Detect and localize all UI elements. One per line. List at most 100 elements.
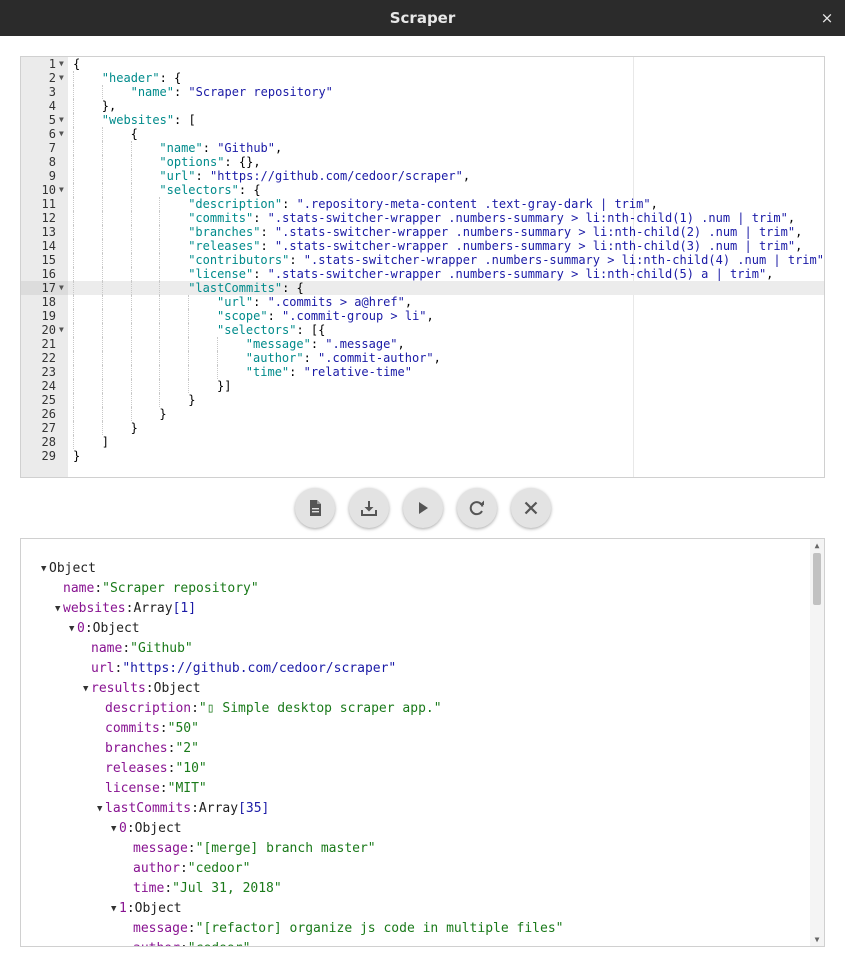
results-scrollbar[interactable]: ▲ ▼ <box>810 539 824 946</box>
code-line[interactable]: 4}, <box>21 99 824 113</box>
code-line[interactable]: 17 ▼ "lastCommits": { <box>21 281 824 295</box>
json-punct: : <box>303 351 319 365</box>
tree-colon: : <box>179 861 188 876</box>
expand-toggle-icon[interactable]: ▼ <box>41 559 49 579</box>
json-string: "https://github.com/cedoor/scraper" <box>209 169 463 183</box>
new-file-button[interactable] <box>295 488 335 528</box>
indent-guide <box>159 225 161 239</box>
code-line[interactable]: 29} <box>21 449 824 463</box>
tree-row[interactable]: ▼ websites:Array[1] <box>21 599 808 619</box>
tree-row: releases:"10" <box>21 759 808 779</box>
indent-guide <box>188 337 190 351</box>
code-line[interactable]: 25} <box>21 393 824 407</box>
code-line[interactable]: 27} <box>21 421 824 435</box>
tree-row: name:"Github" <box>21 639 808 659</box>
code-line[interactable]: 28] <box>21 435 824 449</box>
scroll-thumb[interactable] <box>813 553 821 605</box>
indent-guide <box>130 183 132 197</box>
code-line[interactable]: 24}] <box>21 379 824 393</box>
code-line[interactable]: 12 "commits": ".stats-switcher-wrapper .n… <box>21 211 824 225</box>
expand-toggle-icon[interactable]: ▼ <box>83 679 91 699</box>
code-line[interactable]: 26} <box>21 407 824 421</box>
tree-row[interactable]: ▼ lastCommits:Array[35] <box>21 799 808 819</box>
json-string: ".stats-switcher-wrapper .numbers-summar… <box>274 225 796 239</box>
download-button[interactable] <box>349 488 389 528</box>
fold-arrow-icon[interactable]: ▼ <box>59 323 64 337</box>
fold-arrow-icon[interactable]: ▼ <box>59 281 64 295</box>
scroll-down-arrow[interactable]: ▼ <box>810 935 824 944</box>
run-button[interactable] <box>403 488 443 528</box>
code-line[interactable]: 18 "url": ".commits > a@href", <box>21 295 824 309</box>
fold-arrow-icon[interactable]: ▼ <box>59 113 64 127</box>
code-line[interactable]: 14 "releases": ".stats-switcher-wrapper .… <box>21 239 824 253</box>
line-number-text: 4 <box>48 99 56 113</box>
tree-colon: : <box>145 681 154 696</box>
code-line[interactable]: 8 "options": {}, <box>21 155 824 169</box>
window-close-button[interactable]: × <box>817 0 837 36</box>
fold-arrow-icon[interactable]: ▼ <box>59 127 64 141</box>
code-line[interactable]: 15 "contributors": ".stats-switcher-wrapp… <box>21 253 824 267</box>
code-line[interactable]: 23 "time": "relative-time" <box>21 365 824 379</box>
expand-toggle-icon[interactable]: ▼ <box>69 619 77 639</box>
code-line[interactable]: 13 "branches": ".stats-switcher-wrapper .… <box>21 225 824 239</box>
reload-button[interactable] <box>457 488 497 528</box>
code-line[interactable]: 9 "url": "https://github.com/cedoor/scrap… <box>21 169 824 183</box>
scroll-up-arrow[interactable]: ▲ <box>810 541 824 550</box>
code-line[interactable]: 10 ▼ "selectors": { <box>21 183 824 197</box>
code-line[interactable]: 19 "scope": ".commit-group > li", <box>21 309 824 323</box>
expand-toggle-icon[interactable]: ▼ <box>111 819 119 839</box>
code-line[interactable]: 1 ▼ { <box>21 57 824 71</box>
tree-row[interactable]: ▼ 0:Object <box>21 819 808 839</box>
fold-arrow-icon[interactable]: ▼ <box>59 57 64 71</box>
line-number: 21 <box>21 337 68 351</box>
code-line[interactable]: 22 "author": ".commit-author", <box>21 351 824 365</box>
clear-button[interactable] <box>511 488 551 528</box>
json-punct: : <box>260 239 275 253</box>
json-string: ".stats-switcher-wrapper .numbers-summar… <box>267 211 788 225</box>
code-line[interactable]: 6 ▼ { <box>21 127 824 141</box>
expand-toggle-icon[interactable]: ▼ <box>55 599 63 619</box>
code-line[interactable]: 16 "license": ".stats-switcher-wrapper .n… <box>21 267 824 281</box>
json-key: "commits" <box>188 211 254 225</box>
code-line[interactable]: 2 ▼ "header": { <box>21 71 824 85</box>
indent-guide <box>159 267 161 281</box>
json-editor[interactable]: 1 ▼{2 ▼ "header": {3 "name": "Scraper reposi… <box>20 56 825 478</box>
indent-guide <box>101 323 103 337</box>
code-text: "author": ".commit-author", <box>246 351 441 365</box>
tree-row[interactable]: ▼ 0:Object <box>21 619 808 639</box>
fold-arrow-icon[interactable]: ▼ <box>59 71 64 85</box>
fold-arrow-icon[interactable]: ▼ <box>59 183 64 197</box>
code-line[interactable]: 3 "name": "Scraper repository" <box>21 85 824 99</box>
line-number-text: 18 <box>41 295 56 309</box>
indent-guide <box>159 239 161 253</box>
tree-row[interactable]: ▼ 1:Object <box>21 899 808 919</box>
line-number: 1 ▼ <box>21 57 68 71</box>
tree-key: time <box>133 881 165 896</box>
line-number-text: 12 <box>41 211 56 225</box>
tree-colon: : <box>159 721 168 736</box>
tree-row[interactable]: ▼ Object <box>21 559 808 579</box>
editor-lines[interactable]: 1 ▼{2 ▼ "header": {3 "name": "Scraper reposi… <box>21 57 824 463</box>
tree-type: Object <box>49 561 96 576</box>
line-number: 10 ▼ <box>21 183 68 197</box>
expand-toggle-icon[interactable]: ▼ <box>97 799 105 819</box>
array-length: [35] <box>238 801 270 816</box>
code-line[interactable]: 20 ▼ "selectors": [{ <box>21 323 824 337</box>
line-number: 11 <box>21 197 68 211</box>
code-line[interactable]: 5 ▼ "websites": [ <box>21 113 824 127</box>
json-punct: : <box>253 295 268 309</box>
tree-link-value[interactable]: "https://github.com/cedoor/scraper" <box>122 661 396 676</box>
indent-guide <box>130 309 132 323</box>
indent-guide <box>73 99 74 113</box>
json-key: "options" <box>159 155 225 169</box>
expand-toggle-icon[interactable]: ▼ <box>111 899 119 919</box>
indent-guide <box>73 323 74 337</box>
array-length: [1] <box>172 601 197 616</box>
result-tree: ▼ Object name:"Scraper repository" ▼ website… <box>21 559 808 946</box>
tree-row[interactable]: ▼ results:Object <box>21 679 808 699</box>
code-line[interactable]: 21 "message": ".message", <box>21 337 824 351</box>
indent-guide <box>101 85 103 99</box>
indent-guide <box>159 309 161 323</box>
code-line[interactable]: 11 "description": ".repository-meta-conte… <box>21 197 824 211</box>
code-line[interactable]: 7 "name": "Github", <box>21 141 824 155</box>
